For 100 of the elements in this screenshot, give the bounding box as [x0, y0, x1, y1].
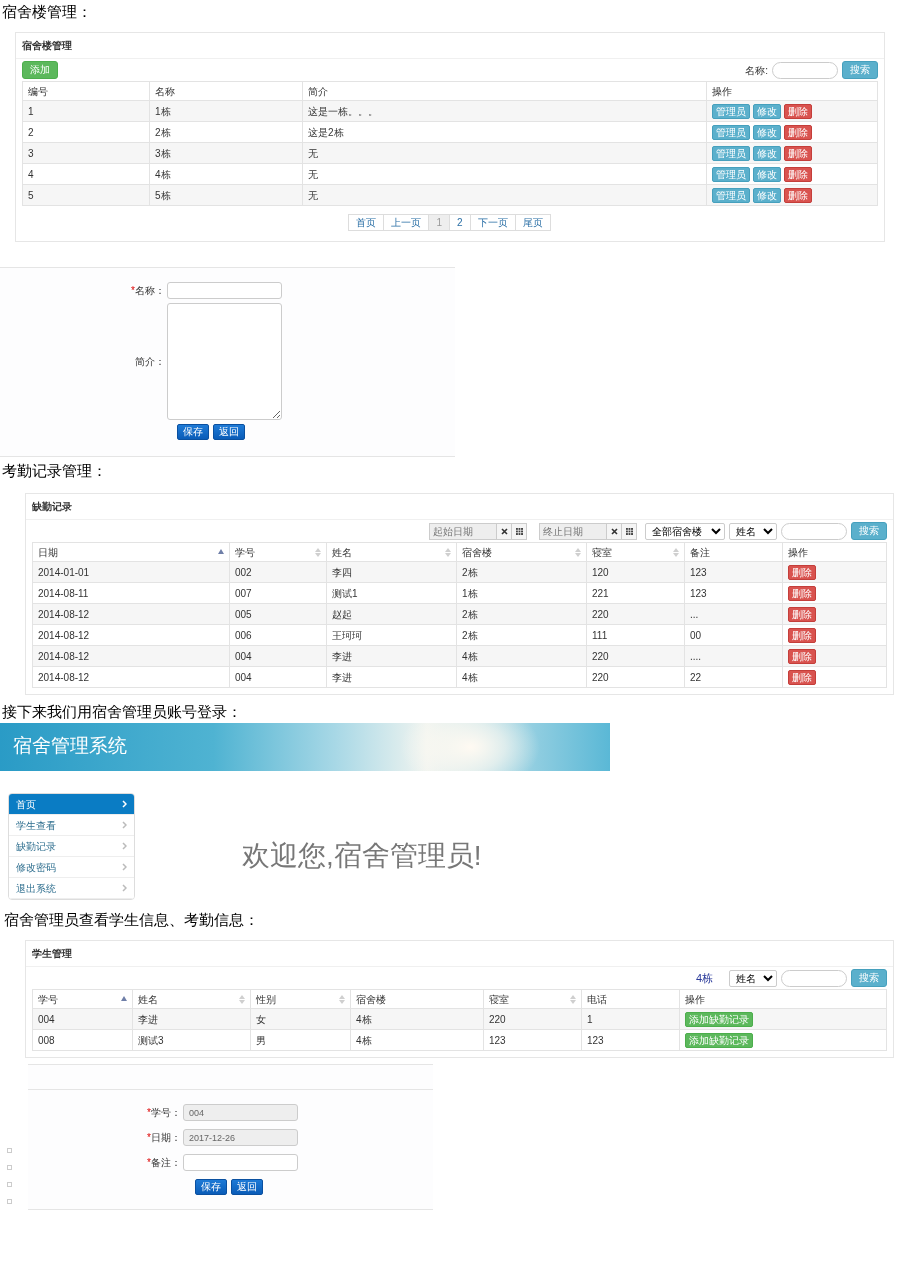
field-label: *日期： — [146, 1131, 182, 1145]
column-header: 操作 — [788, 545, 808, 560]
table-cell: 2014-08-12 — [32, 666, 230, 688]
column-header: 编号 — [28, 84, 48, 99]
delete-button[interactable]: 删除 — [788, 606, 816, 622]
table-cell: 男 — [250, 1029, 351, 1051]
square-icon — [7, 1148, 12, 1153]
welcome-text: 欢迎您,宿舍管理员! — [242, 838, 482, 873]
column-header: 宿舍楼 — [462, 545, 492, 560]
table-cell: 006 — [229, 624, 327, 646]
clear-icon — [500, 527, 508, 535]
building-select[interactable]: 全部宿舍楼 — [645, 522, 725, 540]
textarea-field[interactable] — [167, 303, 282, 420]
table-cell: 5 — [22, 184, 150, 206]
column-header: 操作 — [712, 84, 732, 99]
field-label: *名称： — [130, 284, 166, 298]
column-header: 名称 — [155, 84, 175, 99]
input-field[interactable] — [167, 282, 282, 299]
table-cell: 007 — [229, 582, 327, 604]
action-button[interactable]: 删除 — [784, 103, 812, 119]
action-button[interactable]: 管理员 — [712, 187, 750, 203]
delete-button[interactable]: 删除 — [788, 669, 816, 685]
action-button[interactable]: 删除 — [784, 166, 812, 182]
delete-button[interactable]: 删除 — [788, 564, 816, 580]
table-cell: 测试1 — [326, 582, 457, 604]
field-label: *学号： — [146, 1106, 182, 1120]
table-cell: 李进 — [326, 666, 457, 688]
table-cell: 1栋 — [456, 582, 587, 604]
panel-title: 宿舍楼管理 — [16, 33, 884, 59]
field-select[interactable]: 姓名 — [729, 969, 777, 987]
date-field[interactable]: 终止日期 — [539, 522, 607, 540]
column-header: 日期 — [38, 545, 58, 560]
table-cell: 4栋 — [350, 1029, 484, 1051]
table-cell: 004 — [229, 666, 327, 688]
table-cell: 00 — [684, 624, 783, 646]
page-link[interactable]: 上一页 — [383, 214, 430, 231]
action-button[interactable]: 修改 — [753, 187, 781, 203]
table-cell: 2 — [22, 121, 150, 143]
column-header: 电话 — [587, 992, 607, 1007]
field-select[interactable]: 姓名 — [729, 522, 777, 540]
form-button[interactable]: 返回 — [213, 424, 245, 440]
square-icon — [7, 1182, 12, 1187]
search-label: 名称: — [745, 63, 768, 78]
menu-label: 退出系统 — [16, 881, 56, 896]
table-cell: 3 — [22, 142, 150, 164]
table-cell: 4栋 — [149, 163, 303, 185]
action-button[interactable]: 管理员 — [712, 145, 750, 161]
table-cell: 无 — [302, 184, 707, 206]
search-field[interactable] — [781, 969, 847, 987]
search-button[interactable]: 搜索 — [851, 522, 887, 540]
sidebar-item[interactable]: 首页 — [9, 794, 134, 815]
page-link[interactable]: 1 — [428, 214, 450, 231]
action-button[interactable]: 删除 — [784, 145, 812, 161]
search-field[interactable] — [772, 61, 838, 79]
table-cell: 2栋 — [456, 624, 587, 646]
action-button[interactable]: 管理员 — [712, 124, 750, 140]
action-button[interactable]: 修改 — [753, 103, 781, 119]
search-field[interactable] — [781, 522, 847, 540]
search-button[interactable]: 搜索 — [851, 969, 887, 987]
add-button[interactable]: 添加 — [22, 61, 58, 79]
page-link[interactable]: 2 — [449, 214, 471, 231]
caption: 宿舍管理员查看学生信息、考勤信息： — [3, 910, 260, 930]
action-button[interactable]: 删除 — [784, 187, 812, 203]
chevron-icon — [122, 821, 127, 829]
calendar-icon — [515, 527, 523, 535]
input-field[interactable] — [183, 1154, 298, 1171]
form-button[interactable]: 返回 — [231, 1179, 263, 1195]
action-button[interactable]: 管理员 — [712, 166, 750, 182]
table-cell: 123 — [581, 1029, 680, 1051]
add-record-button[interactable]: 添加缺勤记录 — [685, 1011, 753, 1027]
form-button[interactable]: 保存 — [177, 424, 209, 440]
caption: 接下来我们用宿舍管理员账号登录： — [1, 702, 243, 722]
app-title: 宿舍管理系统 — [13, 735, 127, 756]
action-button[interactable]: 修改 — [753, 124, 781, 140]
form-button[interactable]: 保存 — [195, 1179, 227, 1195]
delete-button[interactable]: 删除 — [788, 627, 816, 643]
action-button[interactable]: 删除 — [784, 124, 812, 140]
date-field[interactable]: 起始日期 — [429, 522, 497, 540]
delete-button[interactable]: 删除 — [788, 648, 816, 664]
menu-label: 学生查看 — [16, 818, 56, 833]
action-button[interactable]: 修改 — [753, 145, 781, 161]
caption: 宿舍楼管理： — [1, 2, 93, 22]
table-cell: 测试3 — [132, 1029, 251, 1051]
page-link[interactable]: 下一页 — [469, 214, 516, 231]
table-cell: 004 — [32, 1008, 133, 1030]
search-button[interactable]: 搜索 — [842, 61, 878, 79]
caption: 考勤记录管理： — [1, 461, 108, 481]
page-link[interactable]: 首页 — [348, 214, 385, 231]
add-record-button[interactable]: 添加缺勤记录 — [685, 1032, 753, 1048]
table-cell: 2栋 — [149, 121, 303, 143]
table-cell: 2014-08-12 — [32, 645, 230, 667]
action-button[interactable]: 修改 — [753, 166, 781, 182]
action-button[interactable]: 管理员 — [712, 103, 750, 119]
table-cell: 2014-08-12 — [32, 624, 230, 646]
table-cell: 2014-01-01 — [32, 561, 230, 583]
panel-title: 缺勤记录 — [26, 494, 893, 520]
building-label: 4栋 — [695, 970, 713, 986]
page-link[interactable]: 尾页 — [514, 214, 551, 231]
table-cell: 111 — [586, 624, 685, 646]
delete-button[interactable]: 删除 — [788, 585, 816, 601]
